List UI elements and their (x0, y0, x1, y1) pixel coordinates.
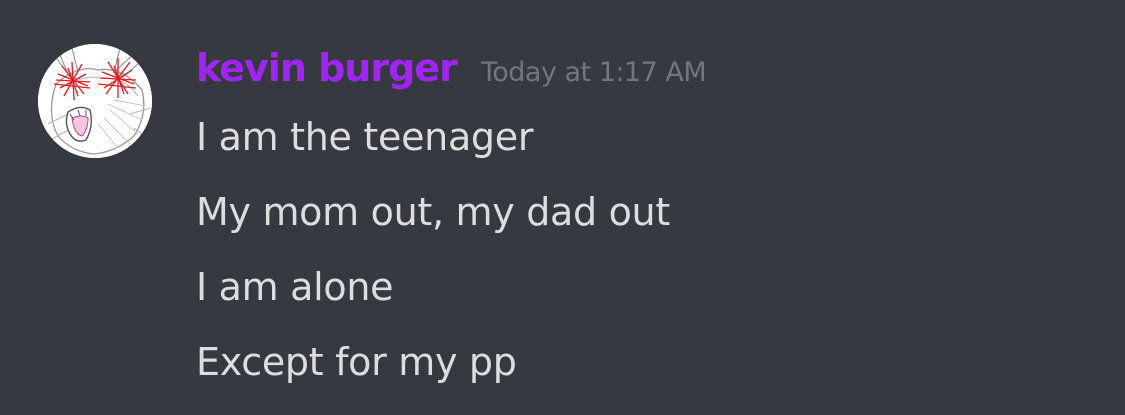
message-group: kevin burger Today at 1:17 AM I am the te… (0, 0, 1125, 415)
message-line: Except for my pp (196, 340, 517, 384)
message-line: I am the teenager (196, 115, 534, 159)
message-header: kevin burger Today at 1:17 AM (196, 40, 707, 96)
message-line: My mom out, my dad out (196, 190, 670, 234)
timestamp[interactable]: Today at 1:17 AM (481, 45, 707, 101)
message-content: I am the teenager My mom out, my dad out… (196, 100, 670, 400)
message-line: I am alone (196, 265, 394, 309)
username[interactable]: kevin burger (196, 40, 458, 96)
user-avatar[interactable] (38, 44, 152, 158)
sketched-face-avatar-icon (38, 44, 152, 158)
